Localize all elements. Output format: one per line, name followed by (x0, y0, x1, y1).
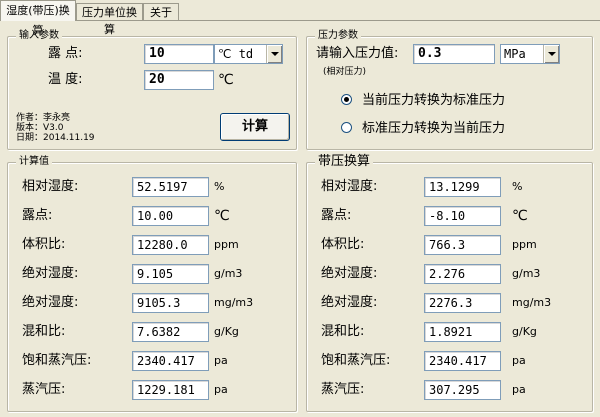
pressure-calc-label: 蒸汽压: (321, 382, 365, 397)
calc-value-field[interactable]: 9.105 (132, 264, 209, 284)
temperature-input[interactable]: 20 (144, 70, 214, 90)
pressure-calc-label: 绝对湿度: (321, 266, 378, 281)
dewpoint-unit-select[interactable]: ℃ td (214, 44, 283, 64)
calc-unit: pa (214, 383, 228, 396)
tab-about[interactable]: 关于 (143, 3, 179, 20)
calc-unit: g/m3 (214, 267, 243, 280)
calc-value-field[interactable]: 9105.3 (132, 293, 209, 313)
dewpoint-input[interactable]: 10 (144, 44, 214, 64)
pressure-calc-label: 饱和蒸汽压: (321, 353, 391, 368)
pressure-input-label: 请输入压力值: (316, 46, 399, 61)
pressure-calc-value-field[interactable]: 307.295 (424, 380, 501, 400)
pressure-calc-unit: g/Kg (512, 325, 537, 338)
pressure-params-group: 压力参数 请输入压力值: 0.3 MPa (相对压力) 当前压力转换为标准压力 … (306, 29, 593, 150)
pressure-conversion-title: 带压换算 (315, 153, 374, 171)
calc-unit: ℃ (214, 208, 230, 224)
pressure-params-title: 压力参数 (315, 29, 361, 43)
pressure-calc-value-field[interactable]: 13.1299 (424, 177, 501, 197)
calc-value-field[interactable]: 10.00 (132, 206, 209, 226)
tab-humidity-conversion[interactable]: 湿度(带压)换算 (0, 0, 76, 37)
pressure-calc-label: 露点: (321, 208, 352, 223)
temperature-unit: ℃ (218, 72, 234, 88)
pressure-unit-select[interactable]: MPa (500, 44, 560, 64)
calc-values-title: 计算值 (16, 155, 52, 169)
radio-selected-icon[interactable] (341, 94, 352, 105)
radio-standard-to-current-label: 标准压力转换为当前压力 (362, 121, 506, 136)
pressure-calc-label: 混和比: (321, 324, 365, 339)
pressure-calc-unit: ppm (512, 238, 537, 251)
pressure-calc-unit: ℃ (512, 208, 528, 224)
calc-label: 蒸汽压: (22, 382, 66, 397)
tab-pressure-unit-conversion[interactable]: 压力单位换算 (76, 3, 143, 36)
tab-bar: 湿度(带压)换算 压力单位换算 关于 (0, 0, 600, 37)
calc-value-field[interactable]: 1229.181 (132, 380, 209, 400)
calc-label: 混和比: (22, 324, 66, 339)
calc-unit: pa (214, 354, 228, 367)
calc-unit: ppm (214, 238, 239, 251)
chevron-down-icon[interactable] (543, 45, 559, 63)
pressure-calc-unit: % (512, 180, 523, 193)
calc-unit: mg/m3 (214, 296, 254, 309)
relative-pressure-note: (相对压力) (323, 67, 367, 77)
pressure-conversion-group: 带压换算 相对湿度: 13.1299 % 露点: -8.10 ℃ 体积比: 76… (306, 153, 593, 412)
dewpoint-unit-value: ℃ td (218, 47, 254, 61)
chevron-down-icon[interactable] (266, 45, 282, 63)
pressure-calc-unit: g/m3 (512, 267, 541, 280)
date-text: 日期：2014.11.19 (16, 133, 95, 143)
pressure-input[interactable]: 0.3 (413, 44, 495, 64)
temperature-label: 温 度: (48, 72, 83, 87)
calc-label: 绝对湿度: (22, 295, 79, 310)
radio-standard-to-current[interactable]: 标准压力转换为当前压力 (341, 120, 505, 138)
calc-value-field[interactable]: 7.6382 (132, 322, 209, 342)
calc-label: 体积比: (22, 237, 66, 252)
pressure-calc-value-field[interactable]: 766.3 (424, 235, 501, 255)
calc-value-field[interactable]: 12280.0 (132, 235, 209, 255)
pressure-calc-label: 相对湿度: (321, 179, 378, 194)
dewpoint-label: 露 点: (48, 46, 83, 61)
calc-value-field[interactable]: 52.5197 (132, 177, 209, 197)
calc-label: 绝对湿度: (22, 266, 79, 281)
calculate-button[interactable]: 计算 (220, 113, 290, 141)
pressure-calc-unit: mg/m3 (512, 296, 552, 309)
calc-unit: % (214, 180, 225, 193)
calc-unit: g/Kg (214, 325, 239, 338)
pressure-calc-value-field[interactable]: 2340.417 (424, 351, 501, 371)
calc-values-group: 计算值 相对湿度: 52.5197 % 露点: 10.00 ℃ 体积比: 122… (7, 155, 297, 412)
calc-value-field[interactable]: 2340.417 (132, 351, 209, 371)
radio-current-to-standard[interactable]: 当前压力转换为标准压力 (341, 92, 505, 110)
calc-label: 露点: (22, 208, 53, 223)
pressure-calc-value-field[interactable]: -8.10 (424, 206, 501, 226)
calc-label: 饱和蒸汽压: (22, 353, 92, 368)
pressure-calc-value-field[interactable]: 2.276 (424, 264, 501, 284)
pressure-calc-value-field[interactable]: 2276.3 (424, 293, 501, 313)
radio-current-to-standard-label: 当前压力转换为标准压力 (362, 93, 506, 108)
pressure-calc-value-field[interactable]: 1.8921 (424, 322, 501, 342)
pressure-calc-label: 体积比: (321, 237, 365, 252)
pressure-calc-unit: pa (512, 354, 526, 367)
pressure-unit-value: MPa (504, 47, 526, 61)
calc-label: 相对湿度: (22, 179, 79, 194)
pressure-calc-label: 绝对湿度: (321, 295, 378, 310)
pressure-calc-unit: pa (512, 383, 526, 396)
radio-unselected-icon[interactable] (341, 122, 352, 133)
input-params-group: 输入参数 露 点: 10 ℃ td 温 度: 20 ℃ 作者：李永亮 版本：V3… (7, 29, 297, 150)
